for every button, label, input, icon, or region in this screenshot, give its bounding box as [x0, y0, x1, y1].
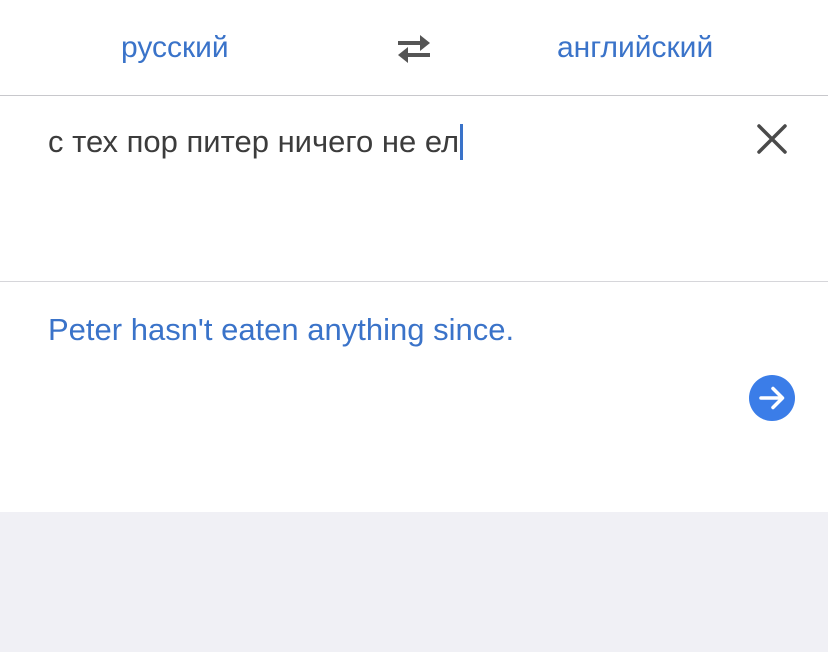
source-text: с тех пор питер ничего не ел — [48, 124, 460, 159]
translation-output-area: Peter hasn't eaten anything since. — [0, 283, 828, 512]
arrow-right-circle-icon — [759, 386, 785, 410]
language-bar: русский английский — [0, 0, 828, 96]
translator-panel: русский английский с тех пор питер ничег… — [0, 0, 828, 512]
translate-go-button[interactable] — [749, 375, 795, 421]
source-input-area[interactable]: с тех пор питер ничего не ел — [0, 97, 828, 282]
source-language-button[interactable]: русский — [121, 30, 229, 66]
target-language-button[interactable]: английский — [557, 30, 713, 66]
source-text-field[interactable]: с тех пор питер ничего не ел — [48, 123, 464, 161]
close-icon[interactable] — [754, 121, 790, 157]
swap-arrows-icon[interactable] — [394, 30, 434, 66]
translation-text[interactable]: Peter hasn't eaten anything since. — [48, 311, 514, 349]
text-cursor — [460, 124, 464, 160]
